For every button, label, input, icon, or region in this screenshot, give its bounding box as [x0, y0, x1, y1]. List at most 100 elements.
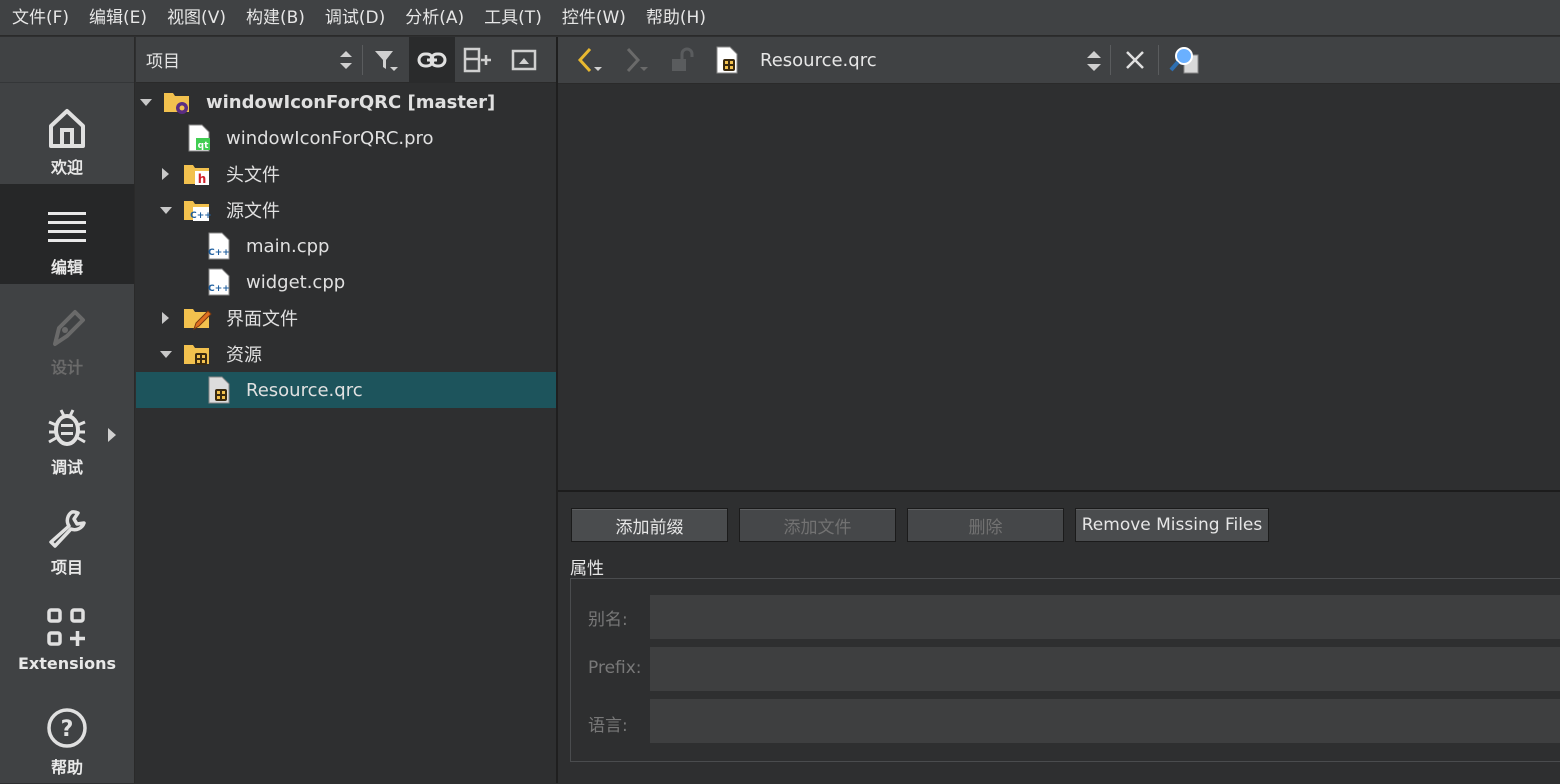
menu-file[interactable]: 文件(F) — [2, 0, 79, 36]
wrench-icon — [49, 510, 86, 548]
help-icon: ? — [47, 708, 87, 748]
tree-item-main-cpp[interactable]: C++ main.cpp — [136, 228, 556, 264]
tree-item-label: 源文件 — [226, 201, 280, 222]
navigate-forward-button[interactable] — [612, 37, 658, 83]
tree-item-sources[interactable]: C++ 源文件 — [136, 192, 556, 228]
language-field[interactable] — [650, 699, 1560, 743]
mode-welcome[interactable]: 欢迎 — [0, 84, 134, 184]
editor-toolbar: Resource.qrc — [558, 37, 1560, 84]
alias-field[interactable] — [650, 595, 1560, 639]
mode-label: 调试 — [50, 458, 83, 477]
qrc-file-icon — [208, 376, 230, 404]
mode-bar-header — [0, 37, 134, 83]
mode-design[interactable]: 设计 — [0, 284, 134, 384]
back-arrow-icon — [577, 47, 602, 73]
mode-projects[interactable]: 项目 — [0, 484, 134, 584]
qrc-file-icon — [716, 46, 738, 74]
link-icon — [417, 52, 447, 67]
remove-missing-files-button[interactable]: Remove Missing Files — [1075, 508, 1269, 542]
close-sidebar-button[interactable] — [501, 37, 547, 83]
qt-project-file-icon: qt — [188, 124, 210, 152]
menu-edit[interactable]: 编辑(E) — [79, 0, 157, 36]
tree-item-resource-qrc[interactable]: Resource.qrc — [136, 372, 556, 408]
project-panel: 项目 windowIconForQRC [master] qt windowIc… — [136, 36, 556, 783]
expand-arrow-icon[interactable] — [162, 168, 169, 180]
cpp-file-icon: C++ — [208, 232, 230, 260]
document-selector-stepper[interactable] — [1084, 47, 1104, 79]
close-icon — [1126, 51, 1144, 69]
forms-folder-icon — [184, 309, 212, 331]
menu-help[interactable]: 帮助(H) — [636, 0, 716, 36]
properties-group: 别名: Prefix: 语言: — [570, 578, 1560, 762]
menu-tools[interactable]: 工具(T) — [474, 0, 552, 36]
submenu-arrow-icon[interactable] — [108, 428, 116, 442]
prefix-label: Prefix: — [588, 658, 642, 678]
mode-debug[interactable]: 调试 — [0, 384, 134, 484]
menu-widgets[interactable]: 控件(W) — [552, 0, 636, 36]
view-switch-stepper[interactable] — [334, 37, 358, 83]
mode-edit[interactable]: 编辑 — [0, 184, 134, 284]
sync-link-button[interactable] — [409, 36, 455, 83]
add-files-button[interactable]: 添加文件 — [739, 508, 896, 542]
menu-build[interactable]: 构建(B) — [236, 0, 315, 36]
edit-lines-icon — [48, 212, 86, 242]
tree-item-label: Resource.qrc — [246, 379, 363, 401]
filter-button[interactable] — [363, 37, 409, 83]
resource-folder-icon — [184, 345, 209, 365]
collapse-arrow-icon[interactable] — [160, 206, 172, 214]
open-document-name[interactable]: Resource.qrc — [760, 50, 877, 71]
up-down-arrows-icon — [1087, 51, 1101, 71]
panel-collapse-icon — [511, 49, 537, 70]
collapse-arrow-icon[interactable] — [160, 350, 172, 358]
editor-area: Resource.qrc 添加前缀 添加文件 删除 Remove Missing… — [558, 37, 1560, 783]
bug-icon — [48, 409, 86, 446]
tree-item-forms[interactable]: 界面文件 — [136, 300, 556, 336]
svg-text:C++: C++ — [208, 284, 230, 294]
mode-help[interactable]: ? 帮助 — [0, 684, 134, 784]
resource-tree-view[interactable] — [558, 84, 1560, 492]
forward-arrow-icon — [626, 47, 648, 73]
separator — [1110, 45, 1111, 75]
tree-item-headers[interactable]: h 头文件 — [136, 156, 556, 192]
tree-item-widget-cpp[interactable]: C++ widget.cpp — [136, 264, 556, 300]
tree-item-pro-file[interactable]: qt windowIconForQRC.pro — [136, 120, 556, 156]
navigate-back-button[interactable] — [566, 37, 612, 83]
language-label: 语言: — [588, 716, 628, 736]
menu-bar: 文件(F) 编辑(E) 视图(V) 构建(B) 调试(D) 分析(A) 工具(T… — [0, 0, 1560, 36]
tree-item-label: 资源 — [226, 345, 262, 366]
project-toolbar: 项目 — [136, 36, 556, 83]
cpp-file-icon: C++ — [208, 268, 230, 296]
alias-label: 别名: — [588, 610, 628, 630]
mode-extensions[interactable]: Extensions — [0, 584, 134, 684]
project-folder-icon — [164, 93, 189, 114]
tree-item-label: windowIconForQRC.pro — [226, 127, 434, 149]
collapse-arrow-icon[interactable] — [140, 98, 152, 106]
tree-item-root-project[interactable]: windowIconForQRC [master] — [136, 84, 556, 120]
svg-text:h: h — [198, 172, 207, 186]
mode-label: 帮助 — [50, 758, 83, 777]
remove-button[interactable]: 删除 — [907, 508, 1064, 542]
prefix-field[interactable] — [650, 647, 1560, 691]
unlock-icon — [672, 47, 694, 71]
source-folder-icon: C++ — [184, 201, 212, 221]
menu-view[interactable]: 视图(V) — [157, 0, 236, 36]
project-tree: windowIconForQRC [master] qt windowIconF… — [136, 84, 556, 408]
tree-item-label: widget.cpp — [246, 271, 346, 293]
lock-button[interactable] — [658, 37, 704, 83]
locator-button[interactable] — [1162, 37, 1208, 83]
tree-item-resources[interactable]: 资源 — [136, 336, 556, 372]
menu-analyze[interactable]: 分析(A) — [395, 0, 474, 36]
up-down-arrows-icon — [340, 50, 352, 69]
svg-text:?: ? — [61, 717, 74, 742]
mode-label: 设计 — [50, 358, 83, 377]
separator — [1158, 45, 1159, 75]
mode-bar: 欢迎 编辑 设计 调试 项目 Extensions ? 帮助 — [0, 37, 135, 783]
menu-debug[interactable]: 调试(D) — [315, 0, 395, 36]
expand-arrow-icon[interactable] — [162, 312, 169, 324]
add-prefix-button[interactable]: 添加前缀 — [571, 508, 728, 542]
filter-icon — [375, 50, 398, 71]
close-document-button[interactable] — [1112, 37, 1158, 83]
split-button[interactable] — [455, 37, 501, 83]
svg-text:qt: qt — [198, 141, 209, 151]
magnifier-icon — [1169, 47, 1199, 74]
